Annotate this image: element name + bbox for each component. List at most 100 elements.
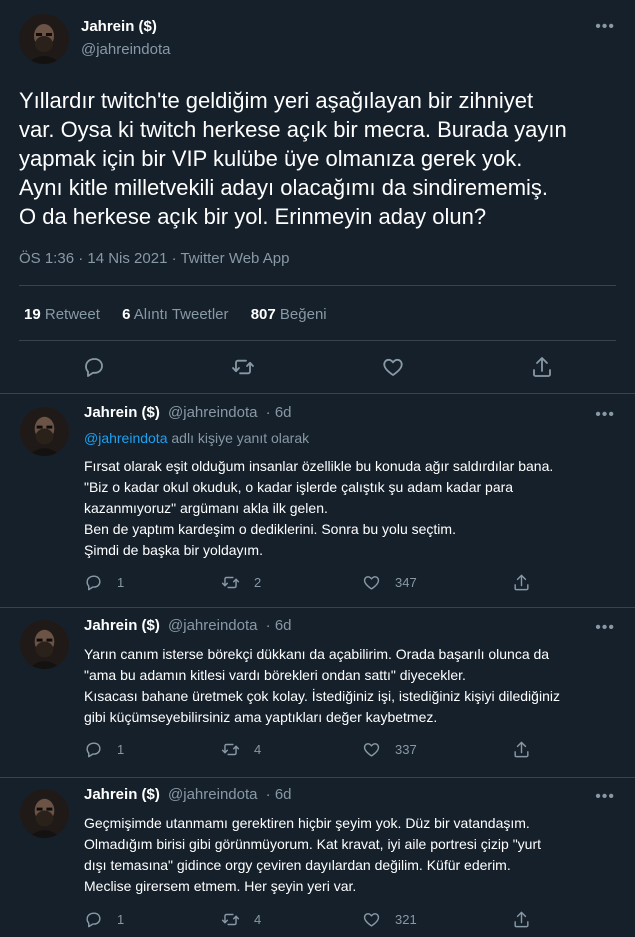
- like-label: Beğeni: [279, 306, 327, 323]
- like-action[interactable]: 337: [362, 740, 417, 759]
- reply-count: 1: [117, 912, 125, 927]
- retweet-stat[interactable]: 19 Retweet: [24, 306, 100, 323]
- retweet-icon[interactable]: [231, 355, 255, 379]
- more-options-icon[interactable]: •••: [595, 620, 615, 636]
- more-options-icon[interactable]: •••: [595, 407, 615, 423]
- retweet-action[interactable]: 2: [221, 573, 261, 592]
- tweet-actions: [0, 355, 635, 381]
- reply-action[interactable]: 1: [84, 910, 124, 929]
- like-count: 321: [395, 912, 417, 927]
- author-handle[interactable]: @jahreindota: [168, 786, 257, 803]
- share-icon: [514, 911, 529, 928]
- retweet-action[interactable]: 4: [221, 740, 261, 759]
- divider: [19, 285, 616, 286]
- divider: [19, 340, 616, 341]
- reply-tweet[interactable]: Jahrein ($) @jahreindota · 6d ••• @jahre…: [0, 396, 635, 608]
- reply-header: Jahrein ($) @jahreindota · 6d: [84, 617, 292, 634]
- retweet-count: 19: [24, 306, 41, 323]
- reply-time[interactable]: · 6d: [266, 786, 292, 803]
- reply-tweet[interactable]: Jahrein ($) @jahreindota · 6d ••• Geçmiş…: [0, 778, 635, 937]
- like-count: 337: [395, 742, 417, 757]
- quote-stat[interactable]: 6 Alıntı Tweetler: [122, 306, 228, 323]
- reply-to-suffix: adlı kişiye yanıt olarak: [167, 430, 310, 446]
- reply-actions: 1 4 321: [84, 910, 544, 930]
- tweet-text-line: yapmak için bir VIP kulübe üye olmanıza …: [19, 146, 523, 171]
- more-options-icon[interactable]: •••: [595, 789, 615, 805]
- avatar[interactable]: [20, 789, 69, 838]
- reply-text-line: Meclise girersem etmem. Her şeyin yeri v…: [84, 878, 357, 894]
- reply-actions: 1 4 337: [84, 740, 544, 760]
- share-action[interactable]: [512, 910, 545, 929]
- retweet-action[interactable]: 4: [221, 910, 261, 929]
- like-icon: [363, 743, 380, 757]
- avatar-image: [20, 789, 69, 838]
- author-handle[interactable]: @jahreindota: [168, 404, 257, 421]
- retweet-icon: [221, 576, 240, 589]
- share-action[interactable]: [512, 740, 545, 759]
- reply-text-line: "Biz o kadar okul okuduk, o kadar işlerd…: [84, 479, 514, 495]
- like-count: 347: [395, 575, 417, 590]
- reply-text-line: "ama bu adamın kitlesi vardı börekleri o…: [84, 667, 466, 683]
- reply-text-line: Geçmişimde utanmamı gerektiren hiçbir şe…: [84, 815, 530, 831]
- like-stat[interactable]: 807 Beğeni: [251, 306, 327, 323]
- share-action[interactable]: [512, 573, 545, 592]
- avatar[interactable]: [19, 14, 69, 64]
- author-name[interactable]: Jahrein ($): [84, 617, 160, 634]
- avatar[interactable]: [20, 620, 69, 669]
- reply-header: Jahrein ($) @jahreindota · 6d: [84, 404, 292, 421]
- share-icon[interactable]: [530, 355, 554, 379]
- author-name[interactable]: Jahrein ($): [81, 18, 157, 35]
- like-icon[interactable]: [381, 355, 405, 379]
- reply-header: Jahrein ($) @jahreindota · 6d: [84, 786, 292, 803]
- reply-time[interactable]: · 6d: [266, 617, 292, 634]
- reply-icon: [86, 912, 101, 928]
- reply-text-line: Kısacası bahane üretmek çok kolay. İsted…: [84, 688, 560, 704]
- reply-actions: 1 2 347: [84, 573, 544, 593]
- like-action[interactable]: 347: [362, 573, 417, 592]
- tweet-timestamp[interactable]: ÖS 1:36 · 14 Nis 2021 · Twitter Web App: [19, 250, 289, 267]
- author-handle[interactable]: @jahreindota: [81, 41, 170, 58]
- share-icon: [514, 741, 529, 758]
- like-icon: [363, 576, 380, 590]
- reply-text-line: dışı temasına" gidince orgy çeviren dayı…: [84, 857, 511, 873]
- reply-icon: [86, 742, 101, 758]
- retweet-count: 4: [254, 912, 262, 927]
- author-name[interactable]: Jahrein ($): [84, 786, 160, 803]
- reply-text-line: Şimdi de başka bir yoldayım.: [84, 542, 263, 558]
- reply-context: @jahreindota adlı kişiye yanıt olarak: [84, 430, 309, 446]
- tweet-thread: Jahrein ($) @jahreindota ••• Yıllardır t…: [0, 0, 635, 937]
- reply-text-line: Fırsat olarak eşit olduğum insanlar özel…: [84, 458, 554, 474]
- tweet-text-line: Yıllardır twitch'te geldiğim yeri aşağıl…: [19, 88, 534, 113]
- quote-label: Alıntı Tweetler: [133, 306, 229, 323]
- retweet-icon: [221, 743, 240, 756]
- reply-to-link[interactable]: @jahreindota: [84, 430, 168, 446]
- more-options-icon[interactable]: •••: [595, 19, 615, 35]
- reply-action[interactable]: 1: [84, 573, 124, 592]
- avatar[interactable]: [20, 407, 69, 456]
- reply-time[interactable]: · 6d: [266, 404, 292, 421]
- retweet-count: 4: [254, 742, 262, 757]
- avatar-image: [20, 407, 69, 456]
- reply-action[interactable]: 1: [84, 740, 124, 759]
- like-count: 807: [250, 306, 276, 323]
- author-name[interactable]: Jahrein ($): [84, 404, 160, 421]
- like-action[interactable]: 321: [362, 910, 417, 929]
- quote-count: 6: [122, 306, 131, 323]
- avatar-image: [20, 620, 69, 669]
- reply-text: Geçmişimde utanmamı gerektiren hiçbir şe…: [84, 813, 624, 897]
- tweet-text-line: O da herkese açık bir yol. Erinmeyin ada…: [19, 204, 487, 229]
- reply-text: Fırsat olarak eşit olduğum insanlar özel…: [84, 456, 624, 561]
- like-icon: [363, 913, 380, 927]
- reply-text-line: Yarın canım isterse börekçi dükkanı da a…: [84, 646, 550, 662]
- reply-icon[interactable]: [82, 355, 106, 379]
- tweet-text-line: var. Oysa ki twitch herkese açık bir mec…: [19, 117, 567, 142]
- tweet-stats: 19 Retweet 6 Alıntı Tweetler 807 Beğeni: [24, 306, 345, 323]
- retweet-count: 2: [254, 575, 262, 590]
- retweet-icon: [221, 913, 240, 926]
- reply-text-line: Olmadığım birisi gibi görünmüyorum. Kat …: [84, 836, 542, 852]
- author-handle[interactable]: @jahreindota: [168, 617, 257, 634]
- reply-tweet[interactable]: Jahrein ($) @jahreindota · 6d ••• Yarın …: [0, 609, 635, 778]
- share-icon: [514, 574, 529, 591]
- reply-count: 1: [117, 575, 125, 590]
- main-tweet: Jahrein ($) @jahreindota ••• Yıllardır t…: [0, 0, 635, 394]
